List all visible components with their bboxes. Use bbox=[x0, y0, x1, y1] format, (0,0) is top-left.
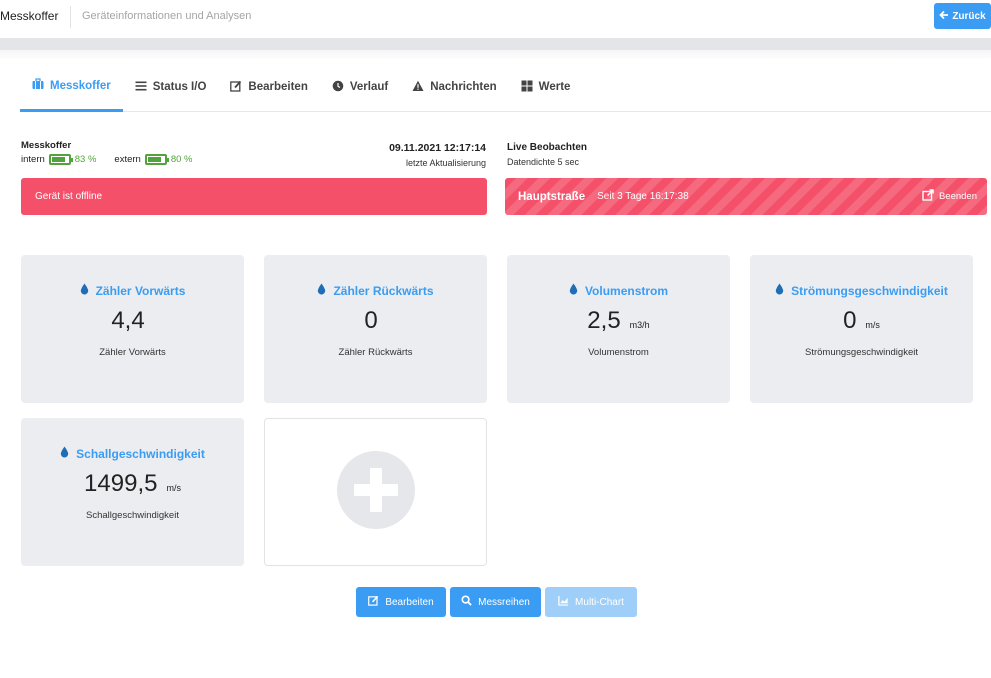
battery-intern-percent: 83 % bbox=[74, 154, 97, 165]
tab-label: Messkoffer bbox=[50, 79, 111, 92]
search-icon bbox=[461, 595, 472, 609]
arrow-left-icon bbox=[939, 10, 949, 23]
tile-unit: m3/h bbox=[629, 320, 650, 330]
update-label: letzte Aktualisierung bbox=[405, 158, 486, 168]
measurement-series-label: Messreihen bbox=[478, 596, 530, 608]
tab-label: Bearbeiten bbox=[248, 81, 308, 93]
offline-alert: Gerät ist offline bbox=[21, 178, 487, 215]
battery-extern-label: extern bbox=[114, 154, 141, 165]
value-tile[interactable]: Zähler Vorwärts 4,4 Zähler Vorwärts bbox=[21, 255, 244, 403]
tile-title: Strömungsgeschwindigkeit bbox=[791, 283, 948, 298]
tile-caption: Zähler Rückwärts bbox=[338, 347, 413, 358]
last-update: 09.11.2021 12:17:14 letzte Aktualisierun… bbox=[340, 142, 486, 168]
back-button-label: Zurück bbox=[952, 10, 986, 22]
app-title: Messkoffer bbox=[0, 9, 59, 23]
tab-bearbeiten[interactable]: Bearbeiten bbox=[218, 62, 319, 112]
warning-icon bbox=[412, 80, 424, 95]
tab-status-io[interactable]: Status I/O bbox=[123, 62, 219, 112]
tile-caption: Volumenstrom bbox=[588, 347, 649, 358]
tile-caption: Strömungsgeschwindigkeit bbox=[804, 347, 918, 358]
update-timestamp: 09.11.2021 12:17:14 bbox=[389, 142, 486, 154]
live-title: Live Beobachten bbox=[507, 142, 588, 153]
battery-status: intern 83 % extern 80 % bbox=[21, 154, 206, 165]
battery-intern-label: intern bbox=[21, 154, 45, 165]
tile-unit: m/s bbox=[166, 483, 181, 493]
tile-value: 4,4 bbox=[111, 307, 145, 334]
measurement-series-button[interactable]: Messreihen bbox=[450, 587, 541, 617]
tile-title: Zähler Vorwärts bbox=[95, 283, 186, 298]
battery-icon bbox=[144, 154, 169, 165]
plus-icon bbox=[336, 450, 415, 534]
page-subtitle: Geräteinformationen und Analysen bbox=[82, 10, 252, 22]
multi-chart-button[interactable]: Multi-Chart bbox=[545, 587, 637, 617]
tile-caption: Zähler Vorwärts bbox=[99, 347, 166, 358]
value-tile[interactable]: Zähler Rückwärts 0 Zähler Rückwärts bbox=[264, 255, 487, 403]
drop-icon bbox=[569, 283, 578, 298]
tile-title: Volumenstrom bbox=[584, 283, 669, 298]
tile-value: 0 bbox=[364, 307, 378, 334]
live-observe-info: Live Beobachten Datendichte 5 sec bbox=[507, 142, 587, 167]
back-button[interactable]: Zurück bbox=[934, 3, 991, 29]
drop-icon bbox=[60, 446, 69, 461]
tab-label: Nachrichten bbox=[430, 81, 497, 93]
grid-icon bbox=[521, 80, 533, 95]
offline-text: Gerät ist offline bbox=[35, 191, 103, 202]
tile-title: Schallgeschwindigkeit bbox=[76, 446, 205, 461]
title-divider bbox=[70, 6, 71, 28]
list-icon bbox=[135, 80, 147, 95]
tab-werte[interactable]: Werte bbox=[509, 62, 583, 112]
edit-icon bbox=[368, 595, 379, 609]
header-shadow bbox=[0, 50, 991, 60]
header-strip bbox=[0, 38, 991, 50]
top-bar: Messkoffer Geräteinformationen und Analy… bbox=[0, 0, 991, 38]
tab-messkoffer[interactable]: Messkoffer bbox=[20, 62, 123, 112]
multi-chart-label: Multi-Chart bbox=[575, 596, 624, 608]
end-live-button[interactable]: Beenden bbox=[922, 189, 977, 204]
tile-title: Zähler Rückwärts bbox=[333, 283, 434, 298]
tile-unit: m/s bbox=[865, 320, 880, 330]
value-tile[interactable]: Schallgeschwindigkeit 1499,5 m/s Schallge… bbox=[21, 418, 244, 566]
edit-button[interactable]: Bearbeiten bbox=[356, 587, 446, 617]
tile-caption: Schallgeschwindigkeit bbox=[86, 510, 179, 521]
tile-value: 0 bbox=[843, 307, 857, 334]
drop-icon bbox=[317, 283, 326, 298]
clock-icon bbox=[332, 80, 344, 95]
battery-icon bbox=[48, 154, 73, 165]
drop-icon bbox=[80, 283, 89, 298]
battery-extern-percent: 80 % bbox=[170, 154, 193, 165]
tab-label: Werte bbox=[538, 81, 571, 93]
value-tile[interactable]: Volumenstrom 2,5 m3/h Volumenstrom bbox=[507, 255, 730, 403]
battery-intern-fill bbox=[51, 157, 66, 162]
tab-label: Verlauf bbox=[349, 81, 389, 93]
tab-bar: Messkoffer Status I/O Bearbeiten Verlauf… bbox=[20, 62, 991, 112]
device-name: Messkoffer bbox=[21, 140, 72, 151]
edit-icon bbox=[230, 80, 242, 95]
external-link-icon bbox=[922, 189, 934, 204]
tile-value: 1499,5 bbox=[84, 470, 158, 497]
end-live-label: Beenden bbox=[938, 191, 977, 202]
live-duration: Seit 3 Tage 16:17:38 bbox=[597, 191, 689, 202]
briefcase-icon bbox=[32, 78, 44, 93]
battery-extern-fill bbox=[147, 157, 161, 162]
live-location: Hauptstraße bbox=[518, 190, 586, 203]
area-chart-icon bbox=[558, 595, 569, 609]
tile-value: 2,5 bbox=[587, 307, 621, 334]
drop-icon bbox=[775, 283, 784, 298]
tab-nachrichten[interactable]: Nachrichten bbox=[400, 62, 508, 112]
edit-button-label: Bearbeiten bbox=[385, 596, 434, 608]
live-session-bar: Hauptstraße Seit 3 Tage 16:17:38 Beenden bbox=[505, 178, 987, 215]
tab-label: Status I/O bbox=[152, 81, 207, 93]
add-tile-button[interactable] bbox=[264, 418, 487, 566]
value-tile[interactable]: Strömungsgeschwindigkeit 0 m/s Strömungsg… bbox=[750, 255, 973, 403]
tab-verlauf[interactable]: Verlauf bbox=[320, 62, 400, 112]
data-density: Datendichte 5 sec bbox=[507, 157, 580, 167]
